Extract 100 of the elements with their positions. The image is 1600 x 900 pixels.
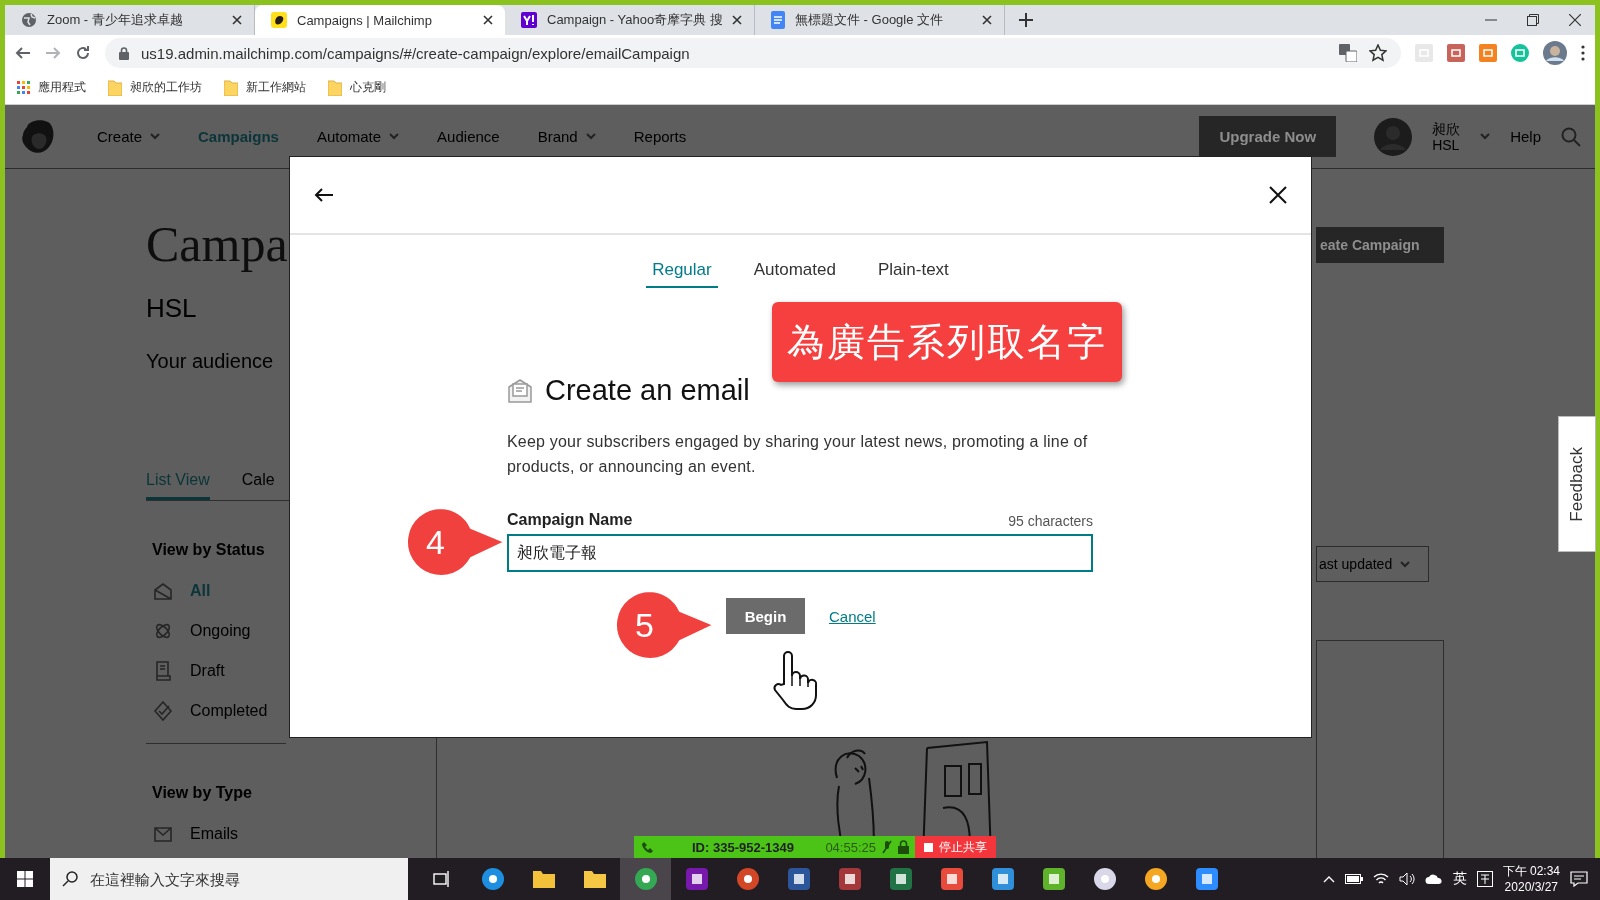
windows-logo[interactable] (17, 871, 33, 887)
bookmark[interactable]: 新工作網站 (224, 79, 306, 96)
new-tab-icon[interactable] (1019, 13, 1033, 27)
caret-icon (1400, 560, 1411, 568)
status-filter[interactable]: Ongoing (152, 611, 436, 651)
app-icon[interactable] (888, 867, 913, 891)
campaign-name-field[interactable]: 昶欣電子報 (507, 534, 1093, 572)
notification-icon[interactable] (1570, 871, 1588, 887)
dialog-heading: Create an email (545, 374, 750, 407)
translate-icon[interactable] (1339, 44, 1357, 62)
caret-icon (585, 133, 596, 140)
wifi-icon[interactable] (1372, 872, 1389, 886)
nav-item[interactable]: Create (97, 128, 161, 145)
muted-mic-icon[interactable] (882, 840, 892, 854)
folder-icon (224, 79, 238, 96)
app-icon[interactable] (1194, 867, 1219, 891)
close-icon[interactable] (1269, 186, 1287, 204)
app-icon[interactable] (939, 867, 964, 891)
user-name[interactable]: 昶欣 (1432, 120, 1461, 137)
nav-item[interactable]: Brand (537, 128, 596, 145)
envelope-icon (507, 377, 533, 404)
caret-icon (150, 133, 161, 140)
close-icon[interactable] (732, 15, 742, 25)
begin-button[interactable]: Begin (726, 598, 805, 634)
upgrade-button[interactable]: Upgrade Now (1199, 116, 1337, 157)
campaign-type-tab[interactable]: Regular (646, 259, 718, 288)
app-icon[interactable] (1092, 867, 1117, 891)
nav-item[interactable]: Audience (437, 128, 500, 145)
feedback-tab[interactable]: Feedback (1558, 416, 1596, 552)
character-counter: 95 characters (1008, 513, 1093, 529)
globe-icon (21, 12, 37, 28)
lock-icon (898, 840, 909, 854)
app-icon[interactable] (786, 867, 811, 891)
campaign-type-tab[interactable]: Automated (747, 259, 842, 288)
taskbar-search-field[interactable]: 在這裡輸入文字來搜尋 (50, 858, 408, 900)
bookmark[interactable]: 心克剛 (328, 79, 386, 96)
app-icon[interactable] (480, 867, 505, 891)
meeting-id: ID: 335-952-1349 (692, 839, 794, 855)
bookmark[interactable]: 應用程式 (17, 79, 86, 96)
check-diamond-icon (152, 700, 174, 722)
app-icon[interactable] (837, 867, 862, 891)
keyboard-mode-icon[interactable] (1476, 871, 1493, 887)
close-icon[interactable] (1569, 14, 1581, 26)
description-text: Keep your subscribers engaged by sharing your latest news, promoting a line of products, or announcing an event. (507, 432, 1089, 477)
section-heading: View by Status (152, 541, 266, 559)
status-filter[interactable]: Completed (152, 691, 436, 731)
volume-icon[interactable] (1398, 872, 1415, 886)
url-text: us19.admin.mailchimp.com/campaigns/#/create-campaign/explore/emailCampaign (141, 44, 691, 62)
app-icon[interactable] (684, 867, 709, 891)
back-arrow-icon[interactable] (314, 187, 334, 203)
field-label: Campaign Name (507, 511, 633, 529)
app-icon[interactable] (735, 867, 760, 891)
chevron-up-icon[interactable] (1322, 875, 1335, 883)
app-icon[interactable] (1143, 867, 1168, 891)
create-campaign-button[interactable]: eate Campaign (1316, 227, 1444, 263)
document-icon (771, 11, 785, 29)
nav-item[interactable]: Reports (633, 128, 687, 145)
star-icon[interactable] (1369, 44, 1387, 62)
browser-tab[interactable]: Campaigns | Mailchimp (255, 5, 505, 35)
campaign-type-tab[interactable]: Plain-text (871, 259, 955, 288)
close-icon[interactable] (483, 15, 493, 25)
cloud-icon[interactable] (1424, 873, 1443, 885)
extension-icon[interactable] (1447, 44, 1465, 62)
sort-dropdown[interactable]: ast updated (1316, 546, 1429, 582)
caret-icon[interactable] (1480, 133, 1491, 140)
help-link[interactable]: Help (1510, 128, 1541, 145)
menu-icon[interactable] (1581, 45, 1585, 61)
cancel-link[interactable]: Cancel (829, 607, 876, 625)
elapsed-time: 04:55:25 (825, 839, 876, 855)
back-icon[interactable] (15, 45, 31, 61)
envelope-icon (152, 580, 174, 602)
stop-share-button[interactable]: 停止共享 (915, 836, 996, 858)
task-view-icon[interactable] (432, 871, 451, 887)
app-icon[interactable] (633, 867, 658, 891)
close-icon[interactable] (232, 15, 242, 25)
search-icon (62, 871, 78, 887)
caret-icon (389, 133, 400, 140)
view-tab[interactable]: Cale (241, 471, 275, 500)
profile-avatar[interactable] (1543, 41, 1567, 65)
close-icon[interactable] (982, 15, 992, 25)
audience-name: HSL (146, 293, 198, 324)
address-bar[interactable]: us19.admin.mailchimp.com/campaigns/#/create-campaign/explore/emailCampaign (105, 38, 1401, 68)
battery-icon[interactable] (1344, 874, 1363, 884)
search-icon[interactable] (1561, 126, 1581, 147)
intro-text: Your audience (146, 350, 275, 373)
letter-logo-icon (521, 12, 537, 28)
lock-icon (119, 46, 129, 60)
user-name[interactable]: HSL (1432, 136, 1461, 153)
user-avatar[interactable] (1374, 117, 1413, 156)
app-icon[interactable] (990, 867, 1015, 891)
section-heading: View by Type (152, 784, 253, 802)
reload-icon[interactable] (75, 45, 91, 61)
status-filter[interactable]: Emails (152, 814, 436, 854)
app-icon[interactable] (1041, 867, 1066, 891)
input-language[interactable]: 英 (1452, 870, 1467, 888)
clock[interactable]: 下午 02:34 2020/3/27 (1502, 863, 1560, 895)
restore-icon[interactable] (1527, 14, 1539, 26)
nav-item[interactable]: Automate (316, 128, 400, 145)
bookmark[interactable]: 昶欣的工作坊 (108, 79, 202, 96)
status-filter[interactable]: Draft (152, 651, 436, 691)
